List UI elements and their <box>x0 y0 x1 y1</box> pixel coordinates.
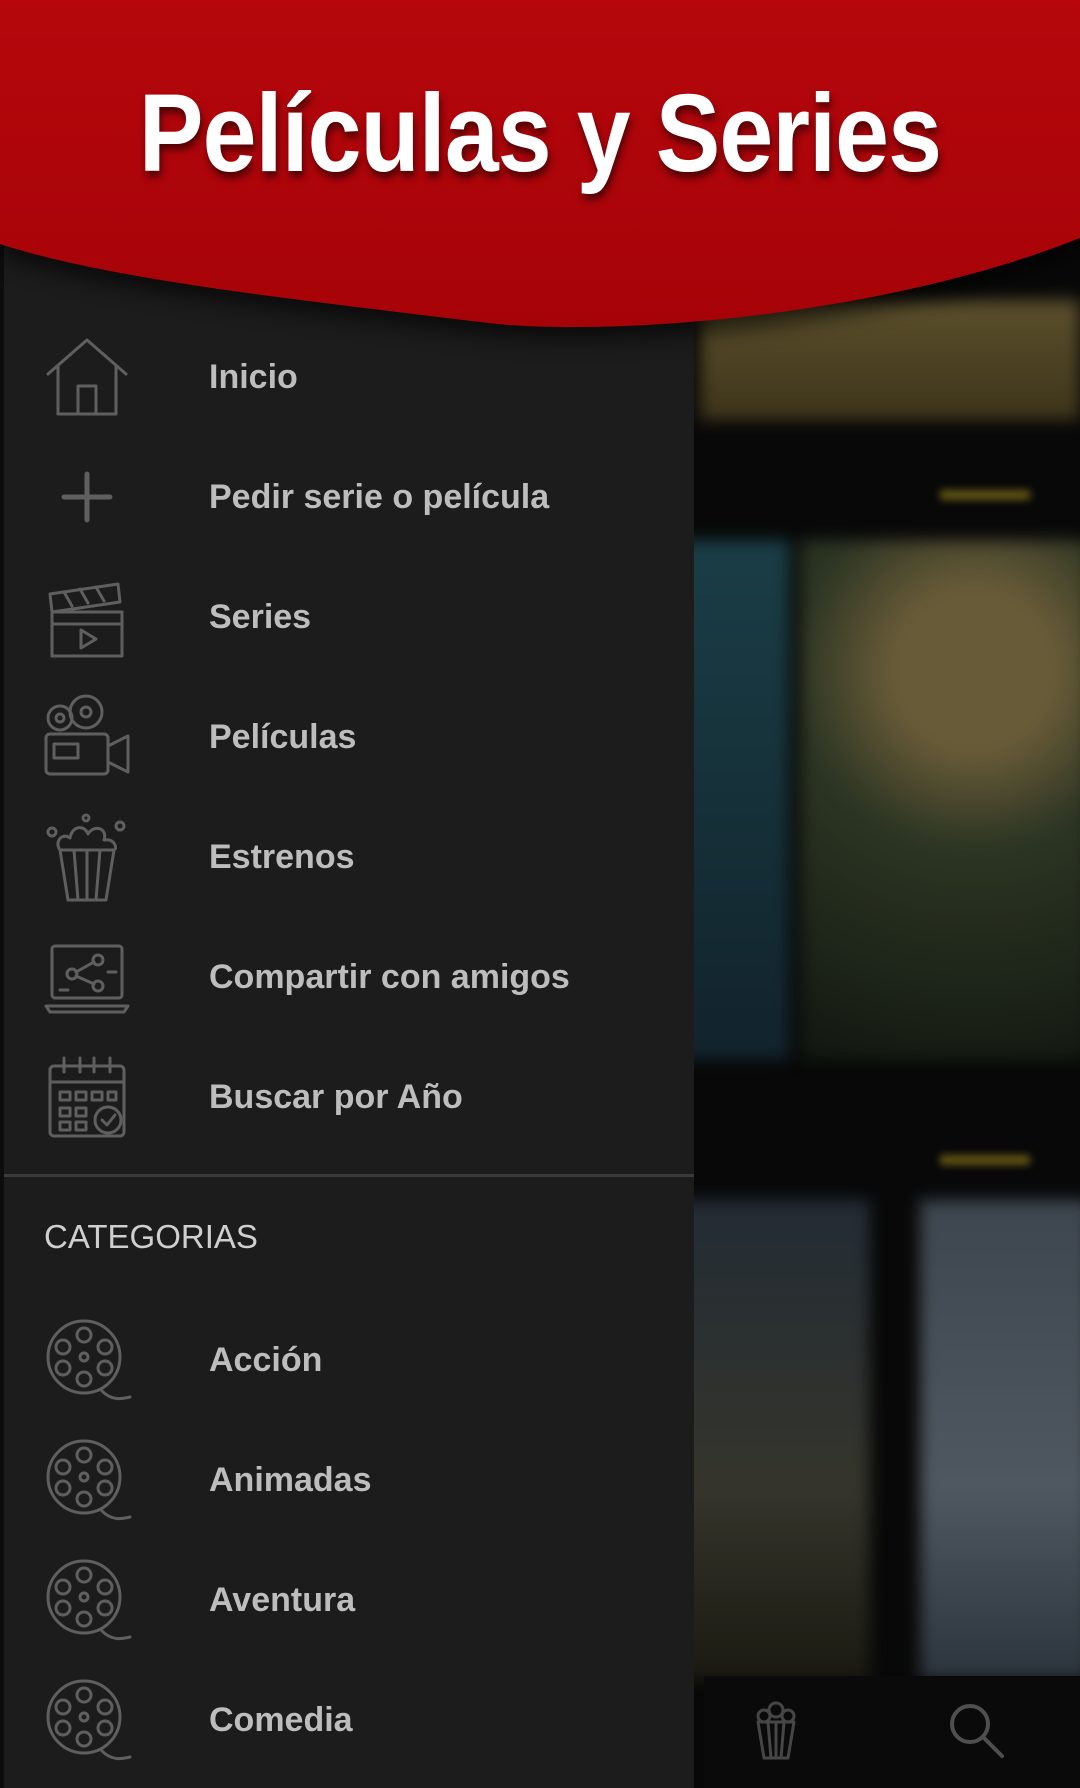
app-header: Películas y Series <box>0 0 1080 330</box>
plus-icon <box>61 471 113 523</box>
category-item-label: Aventura <box>209 1581 356 1619</box>
category-item-label: Comedia <box>209 1701 353 1739</box>
popcorn-icon <box>46 813 126 902</box>
app-title: Películas y Series <box>138 72 942 195</box>
categories-heading: CATEGORIAS <box>44 1218 258 1255</box>
menu-item-label: Series <box>209 598 312 636</box>
menu-item-label: Buscar por Año <box>209 1078 463 1116</box>
divider <box>4 1174 694 1177</box>
clapperboard-icon <box>48 582 124 658</box>
content-thumbnail <box>800 540 1080 1060</box>
film-reel-icon <box>46 1319 132 1401</box>
film-reel-icon <box>46 1679 132 1761</box>
content-thumbnail <box>690 1200 870 1680</box>
share-laptop-icon <box>44 944 130 1014</box>
category-item-label: Acción <box>209 1341 323 1379</box>
category-item-animadas[interactable]: Animadas <box>4 1420 694 1540</box>
menu-item-series[interactable]: Series <box>4 557 694 677</box>
popcorn-icon[interactable] <box>744 1698 808 1762</box>
bottom-navigation <box>704 1676 1080 1788</box>
menu-item-pedir[interactable]: Pedir serie o película <box>4 437 694 557</box>
search-icon[interactable] <box>944 1698 1008 1762</box>
menu-item-label: Estrenos <box>209 838 355 876</box>
menu-item-buscar-ano[interactable]: Buscar por Año <box>4 1037 694 1157</box>
calendar-icon <box>48 1056 126 1138</box>
film-reel-icon <box>46 1559 132 1641</box>
menu-item-label: Compartir con amigos <box>209 958 570 996</box>
category-item-aventura[interactable]: Aventura <box>4 1540 694 1660</box>
movie-camera-icon <box>44 694 130 776</box>
category-item-label: Animadas <box>209 1461 372 1499</box>
menu-item-estrenos[interactable]: Estrenos <box>4 797 694 917</box>
see-more-link <box>940 1155 1030 1165</box>
home-icon <box>46 338 128 416</box>
content-thumbnail <box>690 540 790 1060</box>
menu-item-compartir[interactable]: Compartir con amigos <box>4 917 694 1037</box>
category-item-accion[interactable]: Acción <box>4 1300 694 1420</box>
film-reel-icon <box>46 1439 132 1521</box>
content-thumbnail <box>920 1200 1080 1680</box>
menu-item-label: Inicio <box>209 358 298 396</box>
see-more-link <box>940 490 1030 500</box>
menu-item-inicio[interactable]: Inicio <box>4 317 694 437</box>
menu-item-label: Películas <box>209 718 357 756</box>
category-item-comedia[interactable]: Comedia <box>4 1660 694 1780</box>
menu-item-peliculas[interactable]: Películas <box>4 677 694 797</box>
menu-item-label: Pedir serie o película <box>209 478 550 516</box>
